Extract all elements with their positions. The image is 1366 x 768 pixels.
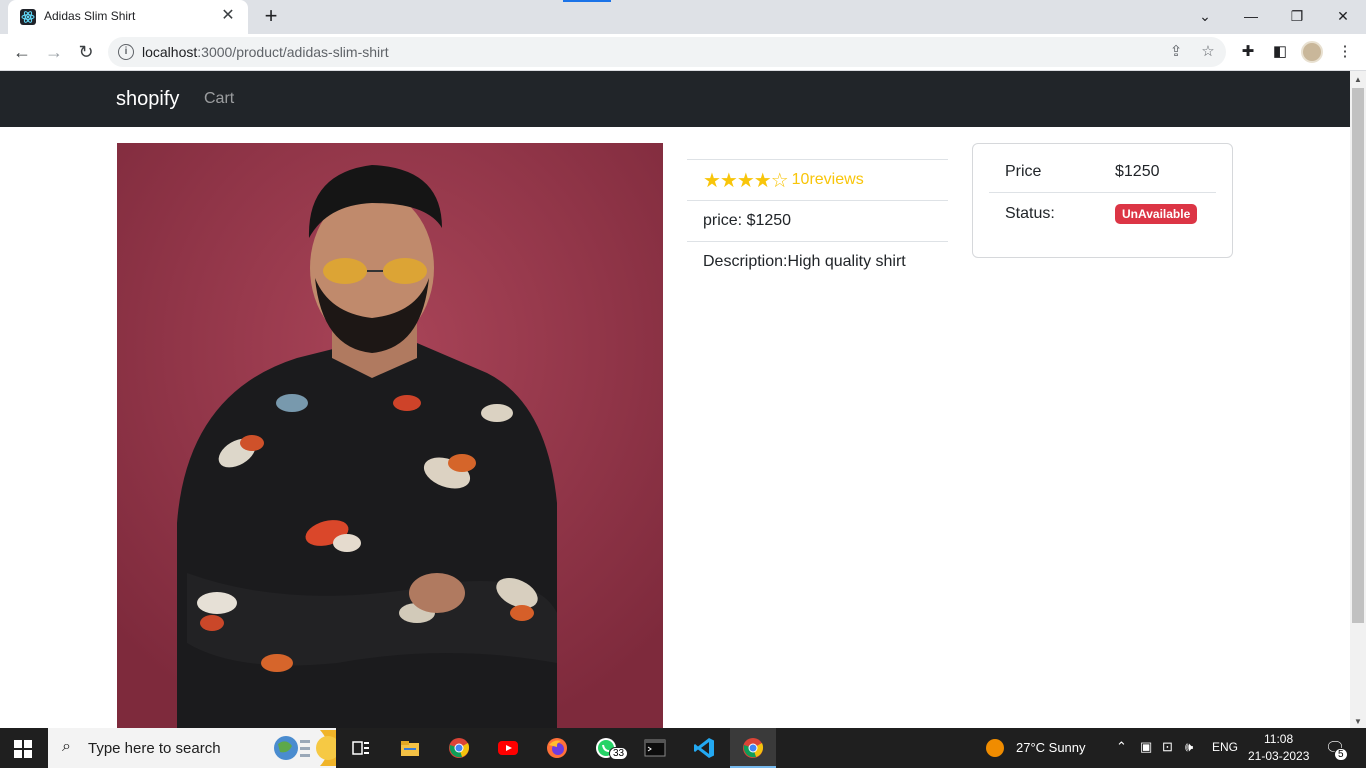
card-price-label: Price: [1005, 163, 1042, 180]
whatsapp-icon[interactable]: 33: [583, 728, 629, 768]
nav-link-cart[interactable]: Cart: [204, 90, 234, 108]
scroll-up-arrow-icon[interactable]: ▲: [1354, 75, 1362, 84]
card-status-row: Status: UnAvailable: [989, 193, 1216, 234]
address-bar[interactable]: i localhost:3000/product/adidas-slim-shi…: [108, 37, 1226, 67]
clock-date[interactable]: 21-03-2023: [1248, 749, 1309, 763]
price-text: price: $1250: [703, 212, 792, 229]
reload-icon[interactable]: ↻: [74, 40, 98, 64]
browser-tab-strip: Adidas Slim Shirt ✕ + ⌄ — ❐ ✕: [0, 0, 1366, 34]
tab-search-indicator: [563, 0, 611, 2]
product-info-list: ★★★★☆ 10reviews price: $1250 Description…: [687, 159, 948, 282]
card-price-value: $1250: [1115, 163, 1160, 180]
search-placeholder: Type here to search: [88, 740, 221, 757]
chrome-active-icon[interactable]: [730, 728, 776, 768]
windows-taskbar: ⌕ Type here to search 33 27°C Sunny ⌃ ▣ …: [0, 728, 1366, 768]
search-icon: ⌕: [62, 738, 71, 755]
taskbar-search-box[interactable]: ⌕ Type here to search: [48, 728, 336, 768]
weather-sun-icon[interactable]: [985, 738, 1005, 758]
card-price-row: Price $1250: [989, 152, 1216, 193]
brand-link[interactable]: shopify: [116, 88, 179, 111]
chrome-icon[interactable]: [436, 728, 482, 768]
card-status-label: Status:: [1005, 204, 1055, 222]
browser-tab[interactable]: Adidas Slim Shirt ✕: [8, 0, 248, 34]
clock-time[interactable]: 11:08: [1264, 732, 1293, 746]
description-text: Description:High quality shirt: [703, 253, 906, 270]
task-view-icon[interactable]: [338, 728, 384, 768]
extensions-puzzle-icon[interactable]: ✚: [1237, 41, 1259, 63]
tab-close-icon[interactable]: ✕: [218, 6, 238, 26]
rating-row: ★★★★☆ 10reviews: [687, 159, 948, 200]
purchase-card: Price $1250 Status: UnAvailable: [972, 143, 1233, 258]
url-text[interactable]: localhost:3000/product/adidas-slim-shirt: [142, 44, 389, 60]
bookmark-star-icon[interactable]: ☆: [1198, 42, 1218, 62]
restore-button[interactable]: ❐: [1282, 4, 1312, 28]
rating-stars-icon: ★★★★☆: [703, 169, 789, 192]
scroll-thumb[interactable]: [1352, 88, 1364, 623]
new-tab-button[interactable]: +: [260, 5, 282, 27]
description-row: Description:High quality shirt: [687, 241, 948, 282]
page-scrollbar[interactable]: ▲ ▼: [1350, 71, 1366, 728]
react-favicon-icon: [20, 9, 36, 25]
close-window-button[interactable]: ✕: [1328, 4, 1358, 28]
language-indicator[interactable]: ENG: [1212, 740, 1238, 754]
forward-arrow-icon[interactable]: →: [42, 40, 66, 64]
share-icon[interactable]: ⇪: [1166, 42, 1186, 62]
menu-kebab-icon[interactable]: ⋮: [1334, 41, 1356, 63]
notification-count-badge: 5: [1334, 748, 1348, 761]
tab-title: Adidas Slim Shirt: [44, 9, 136, 23]
meet-now-icon[interactable]: ▣: [1140, 739, 1152, 755]
whatsapp-unread-badge: 33: [609, 747, 629, 760]
back-arrow-icon[interactable]: ←: [10, 40, 34, 64]
product-image: [117, 143, 663, 728]
windows-start-icon[interactable]: [14, 740, 32, 758]
vscode-icon[interactable]: [681, 728, 727, 768]
network-icon[interactable]: ⊡: [1162, 739, 1173, 755]
status-badge: UnAvailable: [1115, 203, 1198, 224]
volume-icon[interactable]: 🕪: [1185, 739, 1193, 755]
side-panel-icon[interactable]: ◧: [1269, 41, 1291, 63]
youtube-icon[interactable]: [485, 728, 531, 768]
tab-search-chevron-icon[interactable]: ⌄: [1190, 4, 1220, 28]
search-highlight-icon: [274, 730, 336, 766]
weather-text[interactable]: 27°C Sunny: [1016, 740, 1086, 755]
reviews-count: 10reviews: [791, 171, 864, 188]
scroll-down-arrow-icon[interactable]: ▼: [1354, 717, 1362, 726]
app-navbar: shopify Cart: [0, 71, 1350, 127]
price-row: price: $1250: [687, 200, 948, 241]
firefox-icon[interactable]: [534, 728, 580, 768]
profile-avatar[interactable]: [1301, 41, 1323, 63]
browser-toolbar: ← → ↻ i localhost:3000/product/adidas-sl…: [0, 34, 1366, 71]
file-explorer-icon[interactable]: [387, 728, 433, 768]
show-hidden-icons-chevron-icon[interactable]: ⌃: [1116, 739, 1127, 755]
terminal-icon[interactable]: [632, 728, 678, 768]
site-info-icon[interactable]: i: [118, 44, 134, 60]
minimize-button[interactable]: —: [1236, 4, 1266, 28]
